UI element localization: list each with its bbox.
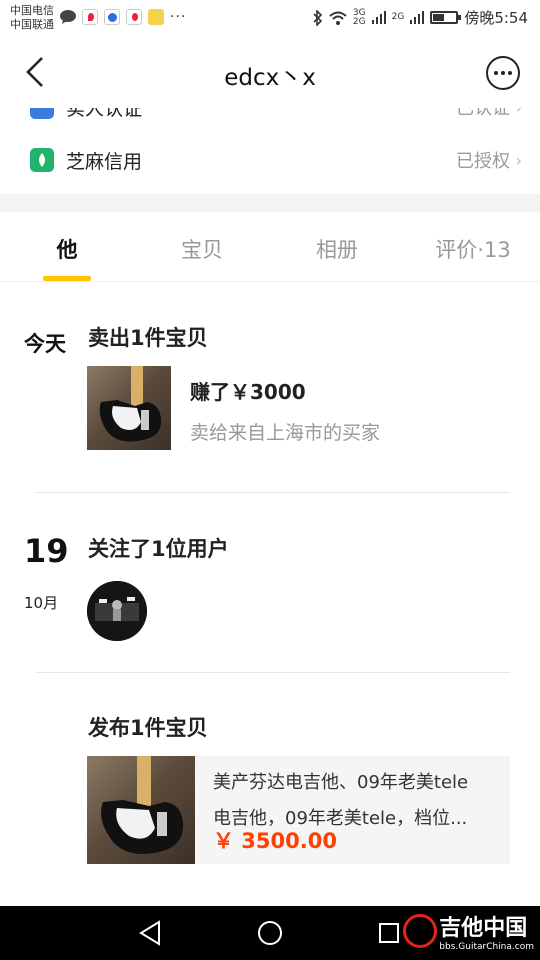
row-label: 实人认证	[66, 108, 143, 120]
notification-icons: ···	[60, 9, 186, 25]
app-badge-icon	[148, 9, 164, 25]
product-card[interactable]: 美产芬达电吉他、09年老美tele 电吉他，09年老美tele，档位... ￥ …	[87, 756, 510, 864]
product-description-line1: 美产芬达电吉他、09年老美tele	[213, 772, 469, 793]
event-month: 10月	[24, 594, 59, 612]
more-options-button[interactable]	[486, 56, 520, 90]
carrier-1: 中国电信	[10, 4, 54, 17]
avatar-photo-icon	[87, 581, 147, 641]
watermark-url: bbs.GuitarChina.com	[439, 942, 534, 952]
tab-reviews[interactable]: 评价·13	[418, 234, 528, 264]
signal-2g-icon: 2G	[391, 12, 405, 22]
map-pin-icon-2	[126, 9, 142, 25]
sig-label-2: 2G	[352, 16, 366, 27]
wifi-icon	[329, 11, 347, 25]
clock: 傍晚5:54	[464, 9, 528, 27]
sale-buyer-location: 卖给来自上海市的买家	[190, 422, 381, 444]
event-title: 发布1件宝贝	[88, 716, 208, 740]
status-right: 3G 2G 2G 傍晚5:54	[313, 7, 528, 28]
carrier-names: 中国电信 中国联通	[10, 4, 54, 32]
event-title: 关注了1位用户	[88, 537, 229, 561]
nav-bar: edcx丶x	[0, 36, 540, 108]
real-name-auth-row[interactable]: 实人认证 已认证 ›	[0, 108, 540, 132]
chevron-right-icon: ›	[516, 108, 522, 117]
product-price: ￥ 3500.00	[213, 829, 337, 853]
message-icon	[60, 10, 76, 24]
timeline-divider	[36, 492, 510, 493]
map-pin-icon	[82, 9, 98, 25]
tab-items[interactable]: 宝贝	[147, 234, 257, 264]
recent-apps-icon[interactable]	[378, 922, 400, 944]
baidu-icon	[104, 9, 120, 25]
row-status: 已认证	[456, 108, 510, 119]
dot-icon	[501, 71, 505, 75]
active-tab-indicator	[43, 276, 91, 281]
guitar-image-icon	[99, 366, 162, 442]
signal-3g-icon: 3G 2G	[352, 8, 366, 27]
tab-album[interactable]: 相册	[282, 234, 392, 264]
verification-section: 实人认证 已认证 › 芝麻信用 已授权 ›	[0, 108, 540, 194]
row-status: 已授权	[456, 151, 510, 172]
section-divider	[0, 194, 540, 212]
battery-level	[433, 14, 445, 21]
event-title: 卖出1件宝贝	[88, 326, 208, 350]
more-notifications-icon: ···	[170, 9, 187, 25]
sesame-credit-row[interactable]: 芝麻信用 已授权 ›	[0, 135, 540, 185]
home-circle-icon[interactable]	[257, 920, 283, 946]
chevron-right-icon: ›	[515, 150, 522, 170]
back-triangle-icon[interactable]	[138, 920, 162, 946]
signal-bars-icon	[371, 11, 386, 24]
dot-icon	[494, 71, 498, 75]
followed-user-avatar[interactable]	[87, 581, 147, 641]
signal-bars-icon-2	[410, 11, 425, 24]
profile-tabs: 他 宝贝 相册 评价·13	[0, 212, 540, 282]
id-card-icon	[30, 108, 54, 119]
row-label: 芝麻信用	[66, 150, 143, 173]
carrier-2: 中国联通	[10, 18, 54, 31]
system-nav-bar: 吉他中国 bbs.GuitarChina.com	[0, 906, 540, 960]
dot-icon	[508, 71, 512, 75]
timeline-divider	[36, 672, 510, 673]
product-thumbnail	[87, 756, 195, 864]
event-date: 今天	[24, 332, 66, 356]
sold-item-thumbnail[interactable]	[87, 366, 171, 450]
status-bar: 中国电信 中国联通 ··· 3G 2G 2G 傍晚5:54	[0, 0, 540, 36]
bluetooth-icon	[313, 9, 323, 26]
sesame-credit-icon	[30, 148, 54, 172]
event-day: 19	[24, 532, 69, 570]
battery-icon	[430, 11, 462, 24]
page-title: edcx丶x	[224, 65, 316, 91]
watermark-title: 吉他中国	[439, 916, 528, 941]
tab-he[interactable]: 他	[12, 234, 122, 264]
guitar-image-icon	[101, 756, 184, 854]
guitarchina-logo-icon	[403, 914, 438, 948]
guitarchina-watermark: 吉他中国 bbs.GuitarChina.com	[403, 910, 534, 952]
sale-amount: 赚了￥3000	[190, 380, 306, 404]
